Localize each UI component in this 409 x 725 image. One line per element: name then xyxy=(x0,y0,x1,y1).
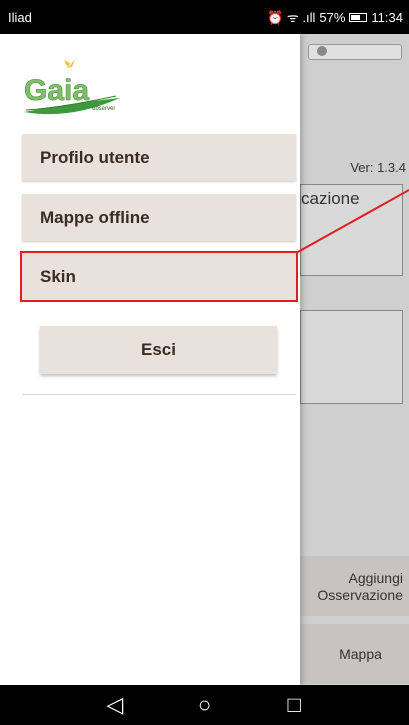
clock: 11:34 xyxy=(371,9,403,25)
map-button: Mappa xyxy=(300,624,409,684)
user-icon xyxy=(317,46,327,56)
version-label: Ver: 1.3.4 xyxy=(350,160,406,175)
logo-text: Gaia xyxy=(24,74,89,107)
add-observation-button: Aggiungi Osservazione xyxy=(300,556,409,616)
user-chip xyxy=(308,44,402,60)
location-field: cazione xyxy=(300,184,403,276)
alarm-wifi-signal-icons: ⏰ ᯤ .ıll xyxy=(267,10,316,25)
status-icons: ⏰ ᯤ .ıll 57% 11:34 xyxy=(267,8,403,26)
menu-item-label: Mappe offline xyxy=(40,207,150,227)
logo-subtext: observer xyxy=(92,106,115,112)
gaia-logo: Gaia observer xyxy=(20,50,130,120)
menu-item-label: Profilo utente xyxy=(40,147,150,167)
divider xyxy=(22,394,296,395)
carrier-label: Iliad xyxy=(8,9,32,25)
menu-item-skin[interactable]: Skin xyxy=(20,251,298,302)
exit-button[interactable]: Esci xyxy=(40,326,277,374)
status-bar: Iliad ⏰ ᯤ .ıll 57% 11:34 xyxy=(0,0,409,34)
notes-field xyxy=(300,310,403,404)
battery-icon xyxy=(349,12,368,22)
android-nav-bar: ◁ ○ □ xyxy=(0,685,409,725)
menu-item-label: Skin xyxy=(40,266,76,286)
home-icon[interactable]: ○ xyxy=(184,692,224,718)
menu-item-profilo-utente[interactable]: Profilo utente xyxy=(22,134,296,181)
back-icon[interactable]: ◁ xyxy=(95,692,135,718)
menu-item-mappe-offline[interactable]: Mappe offline xyxy=(22,194,296,241)
exit-button-label: Esci xyxy=(141,340,176,359)
navigation-drawer: Gaia observer Profilo utente Mappe offli… xyxy=(0,34,300,685)
recents-icon[interactable]: □ xyxy=(274,692,314,718)
battery-percent: 57% xyxy=(319,9,346,25)
